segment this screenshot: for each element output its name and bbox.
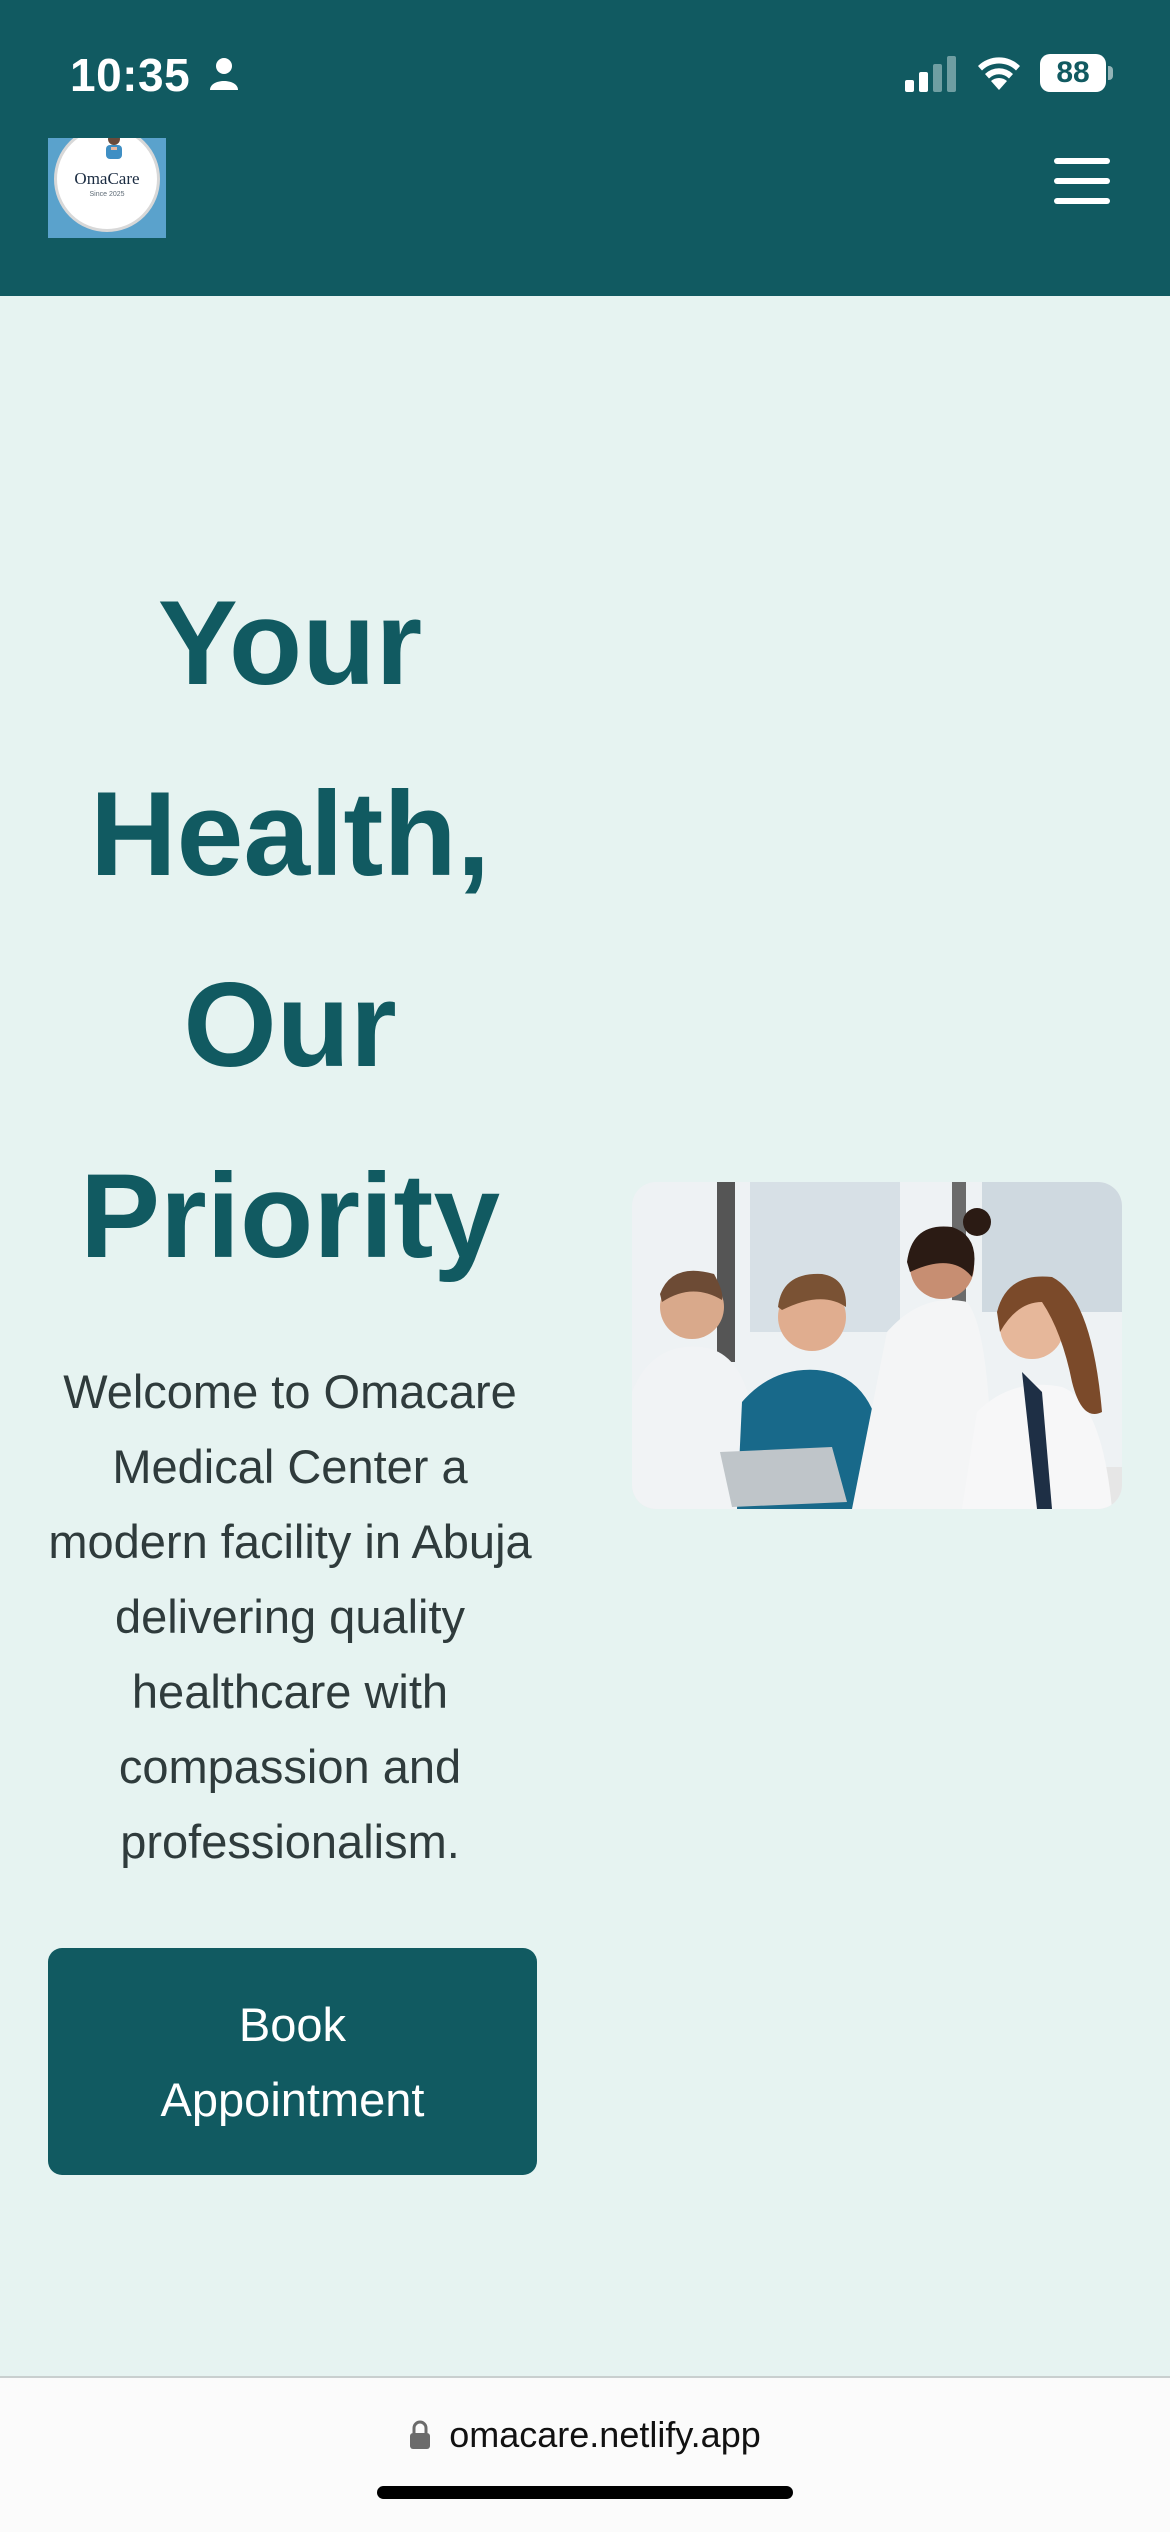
signal-icon [905,56,956,92]
status-time: 10:35 [70,49,191,101]
hero-title-line: Health, [89,767,491,901]
logo-since: Since 2025 [89,191,125,198]
hero-title-line: Our [183,958,397,1092]
hamburger-icon[interactable] [1054,158,1110,204]
browser-address-bar[interactable]: omacare.netlify.app [0,2376,1170,2532]
hero-image [632,1182,1122,1509]
hero-title-line: Priority [79,1149,501,1283]
hamburger-line [1054,158,1110,164]
site-logo[interactable]: OmaCare Since 2025 [48,138,166,238]
nurse-figure-icon [106,138,122,159]
site-header: 10:35 88 OmaCare Since 2025 [0,0,1170,296]
url-display[interactable]: omacare.netlify.app [0,2414,1170,2456]
battery-cap [1108,66,1113,80]
person-icon [210,58,238,90]
hero-description: Welcome to Omacare Medical Center a mode… [48,1365,532,1868]
hamburger-line [1054,178,1110,184]
wifi-icon [978,57,1020,90]
hero-title: Your Health, Our Priority [40,548,540,1312]
hero-title-line: Your [157,576,423,710]
battery-level: 88 [1040,54,1106,92]
book-appointment-button[interactable]: Book Appointment [48,1948,537,2175]
lock-icon [410,2420,431,2449]
logo-badge: OmaCare Since 2025 [54,138,160,232]
hamburger-line [1054,198,1110,204]
home-indicator[interactable] [377,2486,793,2499]
logo-name: OmaCare [74,169,140,188]
battery-icon: 88 [1040,54,1113,92]
doctors-photo [632,1182,1122,1509]
url-text: omacare.netlify.app [449,2414,761,2455]
